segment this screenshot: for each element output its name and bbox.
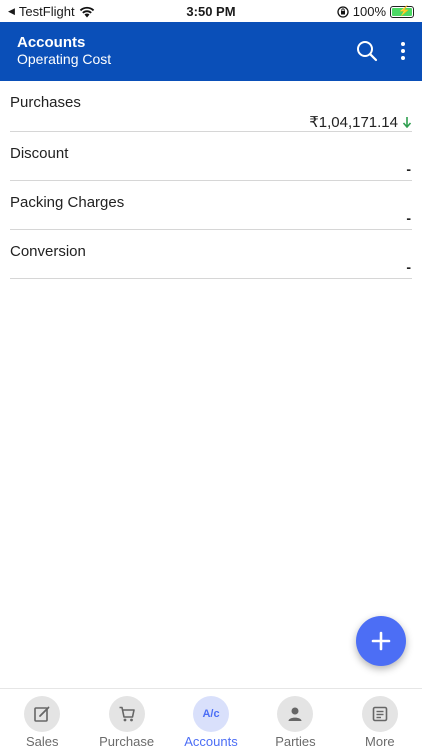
nav-label: Parties [275, 734, 316, 749]
battery-icon: ⚡ [390, 5, 414, 18]
person-icon [277, 696, 314, 732]
accounts-icon: A/c [193, 696, 230, 732]
page-title: Accounts [17, 34, 86, 51]
nav-item-purchase[interactable]: Purchase [84, 689, 168, 750]
arrow-down-icon [402, 117, 412, 128]
nav-label: Sales [25, 734, 59, 749]
account-row-purchases[interactable]: Purchases ₹1,04,171.14 [10, 81, 412, 132]
account-row-discount[interactable]: Discount - [10, 132, 412, 181]
cart-icon [108, 696, 145, 732]
account-value: - [406, 210, 411, 226]
account-label: Packing Charges [10, 194, 125, 211]
plus-icon [371, 631, 391, 651]
page-subtitle: Operating Cost [17, 51, 112, 67]
bottom-nav: Sales Purchase A/c Accounts Parties More [0, 688, 422, 750]
nav-item-parties[interactable]: Parties [253, 689, 337, 750]
add-button[interactable] [356, 616, 406, 666]
account-value: ₹1,04,171.14 [309, 113, 412, 131]
sales-icon [24, 696, 61, 732]
nav-label: Purchase [99, 734, 155, 749]
account-value: - [406, 259, 411, 275]
account-label: Purchases [10, 94, 81, 111]
nav-label: More [365, 734, 395, 749]
status-right: 100% ⚡ [337, 4, 414, 19]
accounts-icon-text: A/c [202, 708, 220, 720]
search-icon[interactable] [356, 40, 378, 62]
status-bar: ◀ TestFlight 3:50 PM 100% ⚡ [0, 0, 422, 22]
app-header: Accounts Operating Cost [0, 22, 422, 81]
account-row-conversion[interactable]: Conversion - [10, 230, 412, 279]
nav-item-accounts[interactable]: A/c Accounts [169, 689, 253, 750]
battery-percent: 100% [352, 4, 386, 19]
account-list: Purchases ₹1,04,171.14 Discount - Packin… [10, 81, 412, 279]
account-label: Conversion [10, 243, 86, 260]
account-value: - [406, 161, 411, 177]
nav-item-more[interactable]: More [338, 689, 422, 750]
document-list-icon [361, 696, 398, 732]
nav-label: Accounts [184, 734, 238, 749]
account-amount: ₹1,04,171.14 [309, 114, 398, 131]
more-vertical-icon[interactable] [395, 40, 411, 62]
account-row-packing-charges[interactable]: Packing Charges - [10, 181, 412, 230]
nav-item-sales[interactable]: Sales [0, 689, 84, 750]
orientation-lock-icon [337, 5, 349, 18]
account-label: Discount [10, 145, 69, 162]
